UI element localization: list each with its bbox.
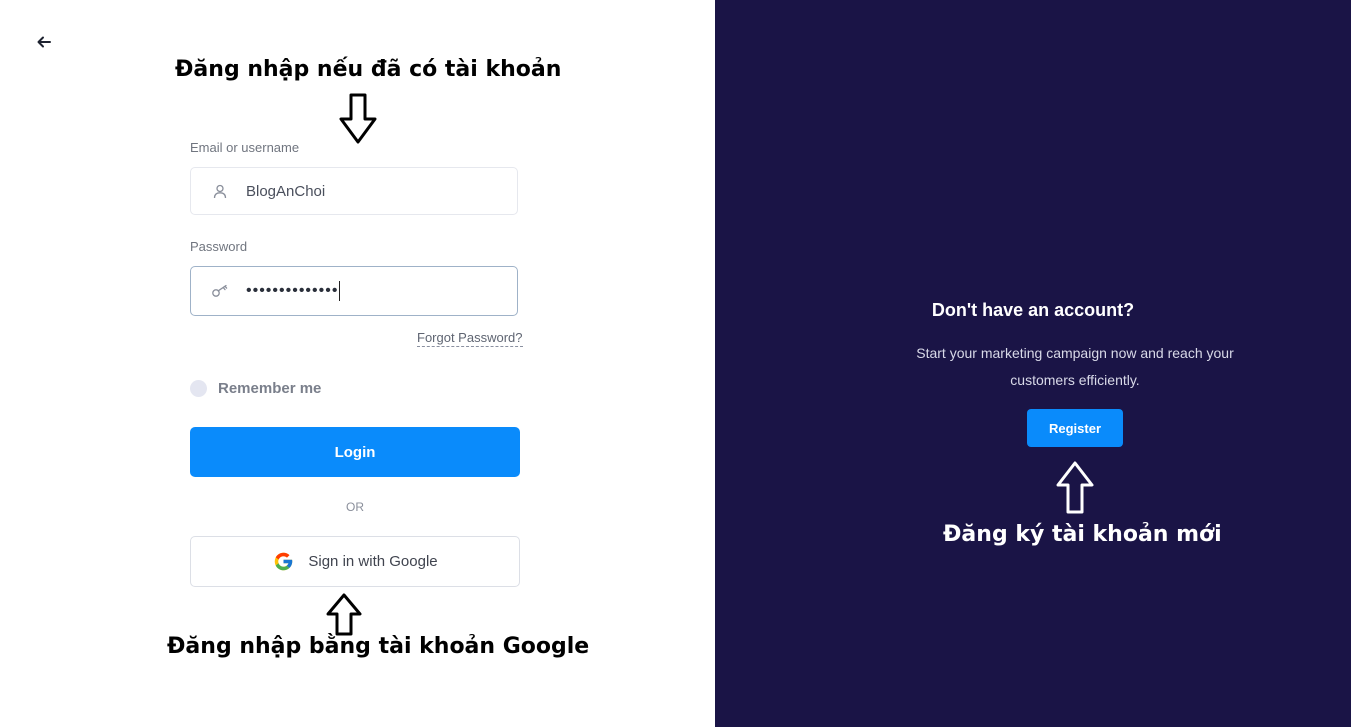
login-page: Đăng nhập nếu đã có tài khoản Email or u… xyxy=(0,0,1351,727)
remember-me-label: Remember me xyxy=(218,380,322,397)
register-title: Don't have an account? xyxy=(931,300,1135,320)
register-description: Start your marketing campaign now and re… xyxy=(916,345,1234,388)
down-arrow-annotation xyxy=(339,93,377,144)
forgot-password-link[interactable]: Forgot Password? xyxy=(417,330,523,347)
arrow-left-icon xyxy=(37,36,51,48)
google-signin-button[interactable]: Sign in with Google xyxy=(190,536,520,587)
google-hint-annotation: Đăng nhập bằng tài khoản Google xyxy=(167,634,590,659)
register-hint-annotation: Đăng ký tài khoản mới xyxy=(943,522,1222,547)
or-divider: OR xyxy=(346,500,364,514)
login-panel: Đăng nhập nếu đã có tài khoản Email or u… xyxy=(0,0,715,727)
google-logo-icon xyxy=(272,551,294,573)
password-value: •••••••••••••• xyxy=(246,282,339,299)
register-button[interactable]: Register xyxy=(1027,409,1123,447)
login-hint-annotation: Đăng nhập nếu đã có tài khoản xyxy=(175,57,562,82)
back-button[interactable] xyxy=(33,31,55,53)
google-signin-label: Sign in with Google xyxy=(308,553,438,570)
email-label: Email or username xyxy=(190,140,300,155)
password-field[interactable]: •••••••••••••• xyxy=(190,266,518,316)
remember-me-toggle[interactable] xyxy=(190,380,207,397)
text-caret xyxy=(339,281,341,301)
up-arrow-annotation-register xyxy=(1056,461,1094,514)
password-label: Password xyxy=(190,239,248,254)
email-field[interactable]: BlogAnChoi xyxy=(190,167,518,215)
login-button[interactable]: Login xyxy=(190,427,520,477)
email-value: BlogAnChoi xyxy=(246,182,326,200)
register-panel: Don't have an account? Start your market… xyxy=(715,0,1351,727)
key-icon xyxy=(210,281,230,301)
user-icon xyxy=(210,181,230,201)
remember-me-checkbox[interactable]: Remember me xyxy=(190,380,321,397)
up-arrow-annotation xyxy=(326,593,362,636)
